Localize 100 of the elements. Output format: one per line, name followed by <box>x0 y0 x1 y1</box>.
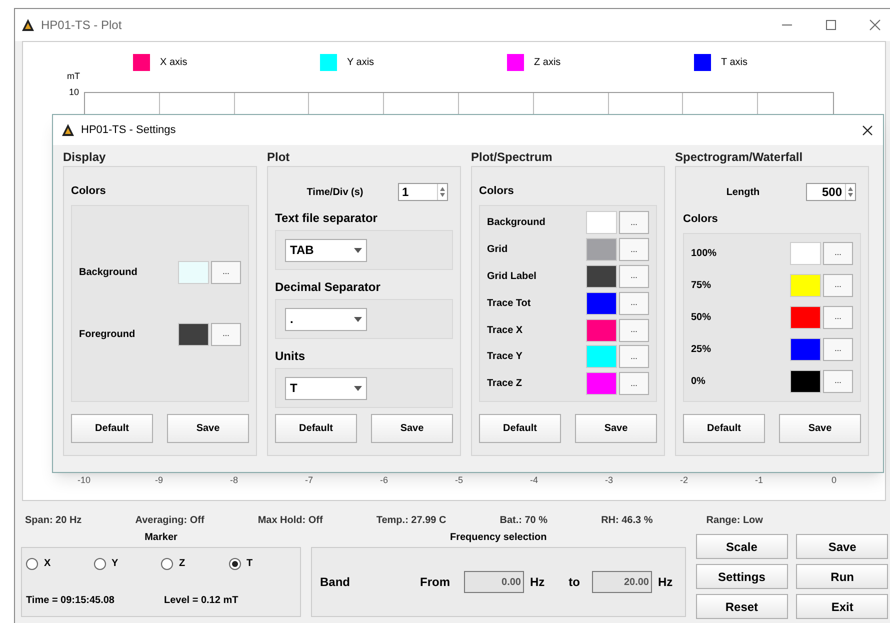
x-axis-tick: -3 <box>604 474 614 487</box>
color-picker-button[interactable]: ... <box>823 370 853 392</box>
dialog-button[interactable]: Save <box>575 414 657 443</box>
unit-label: Hz <box>530 574 545 591</box>
action-button[interactable]: Reset <box>696 594 788 619</box>
status-text: Temp.: 27.99 C <box>376 514 446 528</box>
dialog-button[interactable]: Save <box>167 414 249 443</box>
color-label: 100% <box>691 246 718 261</box>
color-label: Foreground <box>79 328 136 342</box>
x-axis-tick: -6 <box>378 474 389 487</box>
section-heading: Display <box>63 149 107 166</box>
dropdown[interactable]: TAB <box>285 238 367 262</box>
color-picker-button[interactable]: ... <box>619 238 649 262</box>
dialog-button[interactable]: Default <box>71 414 153 443</box>
radio-button[interactable] <box>94 558 106 570</box>
color-label: Trace Y <box>487 350 524 364</box>
dropdown[interactable]: T <box>285 376 367 400</box>
dialog-button[interactable]: Default <box>275 414 357 443</box>
dialog-button[interactable]: Default <box>479 414 561 443</box>
radio-label: X <box>44 557 51 571</box>
color-label: 25% <box>691 342 712 357</box>
band-label: Band <box>320 574 351 591</box>
color-label: Trace Z <box>487 377 524 392</box>
maximize-icon[interactable] <box>825 19 837 31</box>
radio-label: Y <box>112 557 118 571</box>
color-label: Trace Tot <box>487 296 532 311</box>
y-axis-unit: mT <box>67 70 80 83</box>
color-label: 50% <box>691 310 712 325</box>
number-spinner[interactable]: 500 <box>806 183 856 201</box>
to-input[interactable]: 20.00 <box>592 571 652 593</box>
status-text: Bat.: 70 % <box>500 514 548 528</box>
number-spinner[interactable]: 1 <box>398 183 448 201</box>
x-axis-tick: -4 <box>528 474 539 487</box>
action-button[interactable]: Exit <box>796 594 888 619</box>
x-axis-tick: -8 <box>228 474 239 487</box>
dropdown-arrow-icon[interactable] <box>354 316 362 322</box>
group-title: Colors <box>71 184 107 199</box>
close-icon[interactable] <box>862 124 873 136</box>
time-readout: Time = 09:15:45.08 <box>26 594 116 608</box>
color-picker-button[interactable]: ... <box>823 242 853 265</box>
x-axis-tick: -9 <box>154 474 164 487</box>
level-readout: Level = 0.12 mT <box>164 594 238 608</box>
x-axis-tick: 0 <box>830 474 838 487</box>
action-button[interactable]: Settings <box>696 564 788 589</box>
action-button[interactable]: Save <box>796 534 888 559</box>
status-text: Range: Low <box>706 514 763 528</box>
dropdown-arrow-icon[interactable] <box>354 386 362 390</box>
radio-label: T <box>246 557 253 571</box>
action-button[interactable]: Scale <box>696 534 788 559</box>
radio-button[interactable] <box>228 558 240 570</box>
group-title: Colors <box>479 184 515 199</box>
color-label: 0% <box>691 374 706 388</box>
dropdown[interactable]: . <box>285 308 367 330</box>
group-title: Colors <box>683 212 719 227</box>
color-picker-button[interactable]: ... <box>823 338 853 361</box>
x-axis-tick: -7 <box>304 474 314 487</box>
x-axis-tick: -10 <box>76 474 92 487</box>
color-picker-button[interactable]: ... <box>619 345 649 368</box>
legend-label: Z axis <box>534 56 561 70</box>
status-text: RH: 46.3 % <box>601 514 653 528</box>
radio-button[interactable] <box>161 558 173 570</box>
field-label: Time/Div (s) <box>306 186 364 200</box>
color-picker-button[interactable]: ... <box>823 306 853 329</box>
spin-arrows-icon[interactable] <box>847 186 854 198</box>
legend-label: X axis <box>160 56 188 70</box>
field-label: Units <box>275 348 306 365</box>
color-picker-button[interactable]: ... <box>619 372 649 396</box>
app-logo-icon <box>61 123 75 137</box>
color-label: Background <box>487 216 546 230</box>
radio-button[interactable] <box>26 558 38 570</box>
color-picker-button[interactable]: ... <box>619 292 649 315</box>
status-text: Span: 20 Hz <box>25 514 82 528</box>
color-picker-button[interactable]: ... <box>211 260 241 284</box>
status-text: Averaging: Off <box>135 514 204 528</box>
group-title: Frequency selection <box>450 531 547 545</box>
field-label: Length <box>725 186 761 200</box>
field-label: Text file separator <box>275 210 378 227</box>
from-label: From <box>420 574 450 591</box>
section-heading: Plot <box>267 149 291 166</box>
to-label: to <box>568 574 580 591</box>
color-picker-button[interactable]: ... <box>619 318 649 342</box>
color-picker-button[interactable]: ... <box>823 274 853 297</box>
spin-arrows-icon[interactable] <box>439 186 446 198</box>
dialog-button[interactable]: Save <box>371 414 453 443</box>
from-input[interactable]: 0.00 <box>464 571 524 593</box>
legend-label: T axis <box>721 56 748 70</box>
group-title: Marker <box>144 531 178 545</box>
dialog-button[interactable]: Default <box>683 414 765 443</box>
color-label: Trace X <box>487 324 524 338</box>
color-picker-button[interactable]: ... <box>619 211 649 234</box>
dialog-button[interactable]: Save <box>779 414 861 443</box>
color-picker-button[interactable]: ... <box>619 264 649 288</box>
app-logo-icon <box>21 18 35 32</box>
field-label: Decimal Separator <box>275 279 382 296</box>
action-button[interactable]: Run <box>796 564 888 589</box>
unit-label: Hz <box>658 574 673 591</box>
x-axis-tick: -1 <box>754 474 764 487</box>
dropdown-arrow-icon[interactable] <box>354 248 362 252</box>
color-label: Grid Label <box>487 270 538 284</box>
color-picker-button[interactable]: ... <box>211 322 241 346</box>
